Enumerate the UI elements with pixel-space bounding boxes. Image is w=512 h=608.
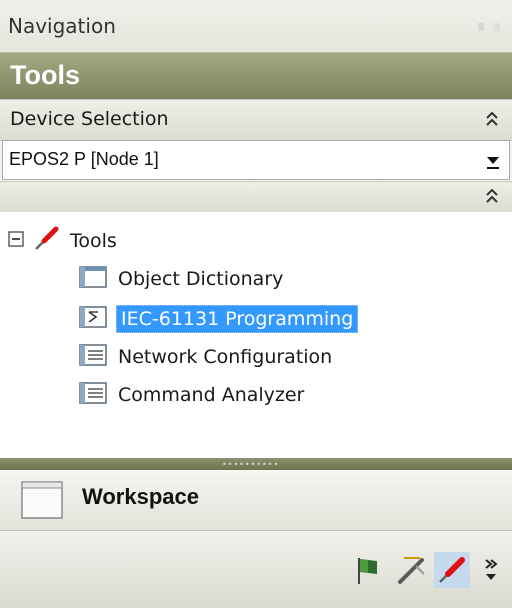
workspace-window-icon bbox=[20, 480, 64, 524]
panel-titlebar[interactable]: Navigation bbox=[0, 0, 512, 52]
collapse-up-icon[interactable] bbox=[482, 108, 502, 132]
panel-splitter[interactable]: •••••••••• bbox=[0, 458, 512, 470]
programming-icon bbox=[78, 304, 108, 334]
tools-subsection-bar[interactable] bbox=[0, 181, 512, 213]
device-selection-label: Device Selection bbox=[10, 108, 169, 130]
collapse-minus-icon[interactable] bbox=[8, 231, 24, 251]
grip-dots-icon: •••••••••• bbox=[222, 460, 280, 469]
tree-item-network-configuration[interactable]: Network Configuration bbox=[78, 338, 332, 376]
device-selection-bar[interactable]: Device Selection bbox=[0, 99, 512, 141]
flag-icon[interactable] bbox=[350, 552, 386, 588]
tools-header-label: Tools bbox=[10, 60, 80, 90]
tools-icon[interactable] bbox=[434, 552, 470, 588]
screwdriver-icon bbox=[32, 225, 60, 257]
device-select-value: EPOS2 P [Node 1] bbox=[9, 149, 159, 169]
object-dictionary-icon bbox=[78, 264, 108, 294]
device-select[interactable]: EPOS2 P [Node 1] bbox=[2, 140, 510, 180]
tree-item-label: IEC-61131 Programming bbox=[116, 305, 359, 333]
workspace-bar[interactable]: Workspace bbox=[0, 470, 512, 531]
navigation-panel: Navigation Tools Device Selection EPOS2 … bbox=[0, 0, 512, 608]
tree-item-label: Object Dictionary bbox=[118, 268, 284, 290]
workspace-label: Workspace bbox=[82, 484, 199, 509]
overflow-chevron-icon[interactable] bbox=[478, 552, 504, 588]
tree-item-label: Network Configuration bbox=[118, 346, 333, 368]
tree-item-object-dictionary[interactable]: Object Dictionary bbox=[78, 260, 283, 298]
tree-root-label: Tools bbox=[70, 230, 117, 252]
command-analyzer-icon bbox=[78, 380, 108, 410]
tools-section-header[interactable]: Tools bbox=[0, 52, 512, 99]
collapse-up-icon[interactable] bbox=[482, 185, 502, 209]
panel-title: Navigation bbox=[8, 14, 116, 38]
tools-tree: Tools Object Dictionary IEC-61131 Progra… bbox=[0, 212, 512, 458]
wizard-icon[interactable] bbox=[394, 552, 430, 588]
bottom-toolbar bbox=[0, 531, 512, 608]
pin-icon[interactable] bbox=[476, 20, 504, 38]
tree-item-iec-61131-programming[interactable]: IEC-61131 Programming bbox=[78, 300, 359, 338]
dropdown-arrow-icon[interactable] bbox=[481, 147, 505, 173]
tree-item-label: Command Analyzer bbox=[118, 384, 305, 406]
tree-root[interactable]: Tools bbox=[8, 222, 117, 260]
network-configuration-icon bbox=[78, 342, 108, 372]
tree-item-command-analyzer[interactable]: Command Analyzer bbox=[78, 376, 304, 414]
